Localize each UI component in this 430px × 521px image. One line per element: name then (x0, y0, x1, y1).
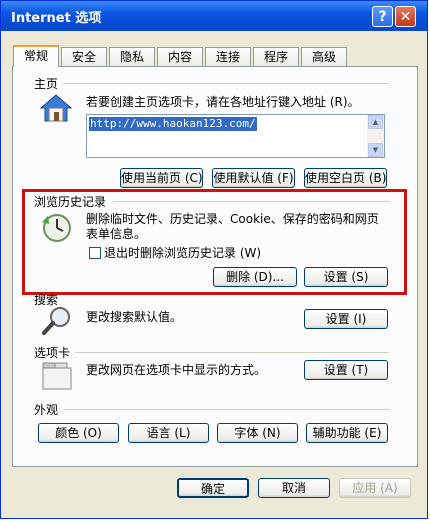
tab-connections[interactable]: 连接 (205, 47, 251, 66)
use-blank-button[interactable]: 使用空白页 (B) (304, 168, 387, 188)
home-page-header: 主页 (34, 77, 59, 91)
ok-button[interactable]: 确定 (177, 478, 249, 498)
apply-button[interactable]: 应用 (A) (339, 478, 411, 498)
accessibility-button[interactable]: 辅助功能 (E) (306, 423, 388, 443)
tab-advanced[interactable]: 高级 (301, 47, 347, 66)
languages-button[interactable]: 语言 (L) (128, 423, 209, 443)
delete-on-exit-checkbox[interactable] (89, 247, 101, 259)
search-description: 更改搜索默认值。 (86, 310, 183, 324)
delete-history-button[interactable]: 删除 (D)... (213, 267, 297, 287)
tabs-settings-button[interactable]: 设置 (T) (304, 360, 388, 380)
scroll-down-icon[interactable]: ▼ (368, 143, 383, 157)
tabs-header: 选项卡 (34, 346, 71, 360)
history-clock-icon (39, 212, 73, 247)
tab-programs[interactable]: 程序 (253, 47, 299, 66)
search-settings-button[interactable]: 设置 (I) (304, 309, 388, 329)
window-title: Internet 选项 (11, 11, 102, 26)
home-description: 若要创建主页选项卡，请在各地址行键入地址 (R)。 (86, 95, 360, 109)
appearance-divider (63, 409, 389, 410)
colors-button[interactable]: 颜色 (O) (38, 423, 119, 443)
home-icon (39, 93, 73, 126)
home-address-value: http://www.haokan123.com/ (89, 117, 257, 131)
history-divider (113, 201, 389, 202)
cancel-button[interactable]: 取消 (258, 478, 330, 498)
history-settings-button[interactable]: 设置 (S) (304, 267, 388, 287)
history-description-line1: 删除临时文件、历史记录、Cookie、保存的密码和网页 (86, 212, 379, 226)
title-bar[interactable]: Internet 选项 ? ✕ (1, 1, 427, 31)
tab-privacy[interactable]: 隐私 (109, 47, 155, 66)
delete-on-exit-label[interactable]: 退出时删除浏览历史记录 (W) (104, 246, 261, 261)
scroll-up-icon[interactable]: ▲ (368, 115, 383, 129)
tab-content[interactable]: 内容 (157, 47, 203, 66)
search-magnifier-icon (41, 306, 73, 339)
fonts-button[interactable]: 字体 (N) (217, 423, 298, 443)
close-button[interactable]: ✕ (395, 6, 416, 27)
tabs-window-icon (41, 361, 73, 394)
use-default-button[interactable]: 使用默认值 (F) (212, 168, 295, 188)
address-scrollbar[interactable]: ▲ ▼ (367, 115, 384, 157)
tab-security[interactable]: 安全 (61, 47, 107, 66)
help-button[interactable]: ? (372, 6, 393, 27)
tabs-description: 更改网页在选项卡中显示的方式。 (86, 363, 267, 377)
appearance-header: 外观 (34, 403, 59, 417)
home-address-textarea[interactable]: http://www.haokan123.com/ ▲ ▼ (86, 114, 385, 158)
tabs-divider (75, 352, 389, 353)
history-header: 浏览历史记录 (34, 195, 107, 209)
use-current-button[interactable]: 使用当前页 (C) (120, 168, 203, 188)
tab-general[interactable]: 常规 (13, 45, 59, 67)
home-divider (63, 83, 389, 84)
internet-options-window: Internet 选项 ? ✕ 常规 安全 隐私 内容 连接 程序 高级 主页 … (0, 0, 428, 519)
history-description-line2: 表单信息。 (86, 227, 147, 241)
